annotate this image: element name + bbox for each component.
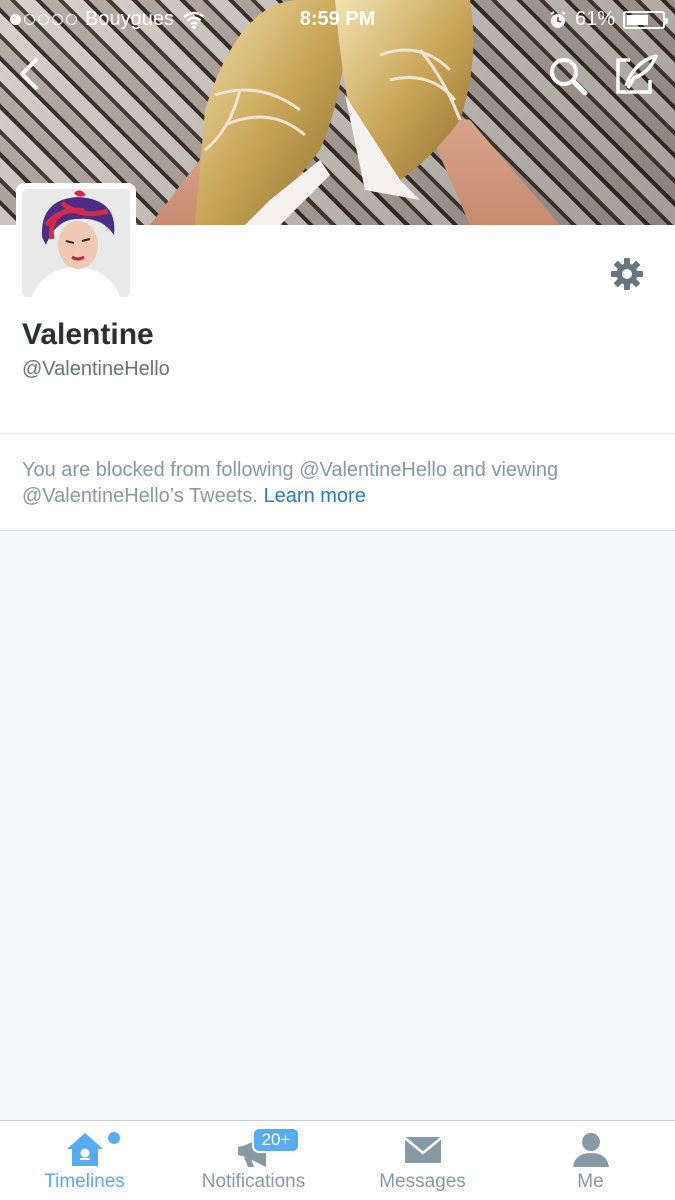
tab-label: Me [577, 1171, 604, 1192]
tab-label: Notifications [201, 1171, 306, 1192]
compose-tweet-icon[interactable] [612, 52, 658, 96]
battery-fill [627, 14, 648, 25]
back-chevron-icon[interactable] [14, 56, 46, 92]
avatar[interactable] [16, 183, 136, 303]
display-name: Valentine [22, 318, 154, 351]
search-icon[interactable] [548, 56, 588, 96]
learn-more-link[interactable]: Learn more [264, 485, 366, 507]
tab-label: Messages [379, 1171, 466, 1192]
envelope-icon [403, 1137, 442, 1163]
battery-tip [665, 17, 668, 24]
home-icon [66, 1133, 103, 1166]
avatar-image [22, 189, 130, 297]
timeline-unread-dot [108, 1132, 120, 1144]
blocked-notice: You are blocked from following @Valentin… [0, 435, 675, 531]
alarm-icon [550, 10, 566, 28]
notifications-badge: 20+ [252, 1127, 300, 1153]
blocked-notice-text: You are blocked from following @Valentin… [22, 457, 652, 509]
battery-percent: 61% [574, 8, 615, 30]
tab-label: Timelines [44, 1171, 125, 1192]
tab-bar: Timelines Notifications Messages Me [0, 1120, 675, 1200]
tab-me[interactable]: Me [506, 1121, 675, 1200]
tab-timelines[interactable]: Timelines [0, 1121, 169, 1200]
person-icon [572, 1133, 609, 1167]
status-right: 61% [549, 8, 668, 31]
tab-messages[interactable]: Messages [338, 1121, 507, 1200]
status-bar: Bouygues 8:59 PM 61% [0, 0, 675, 38]
user-handle: @ValentineHello [22, 358, 170, 380]
avatar-portrait [22, 189, 130, 297]
gear-icon[interactable] [610, 257, 644, 291]
battery-icon [623, 10, 668, 29]
